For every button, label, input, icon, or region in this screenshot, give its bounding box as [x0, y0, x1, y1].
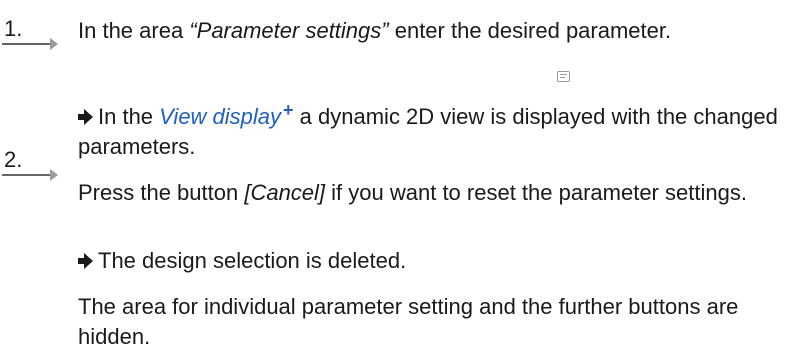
- instruction-text: if you want to reset the parameter setti…: [325, 180, 747, 205]
- step-1-marker: 1.: [2, 16, 66, 50]
- step-arrow-icon: [50, 38, 58, 50]
- instruction-text: enter the desired parameter.: [388, 18, 672, 43]
- step-2-result-detail: The area for individual parameter settin…: [78, 292, 768, 352]
- step-underline: [2, 174, 52, 176]
- step-number: 2.: [4, 147, 23, 172]
- step-2-instruction: Press the button [Cancel] if you want to…: [78, 178, 778, 208]
- note-icon: [557, 71, 570, 82]
- step-underline: [2, 43, 52, 45]
- instruction-text: Press the button: [78, 180, 245, 205]
- result-arrow-icon: [78, 109, 93, 125]
- result-text: In the: [98, 104, 160, 129]
- step-number: 1.: [4, 16, 23, 41]
- view-display-link[interactable]: View display: [159, 104, 281, 129]
- step-1-instruction: In the area “Parameter settings” enter t…: [78, 16, 678, 46]
- area-name: “Parameter settings”: [189, 18, 389, 43]
- step-2-marker: 2.: [2, 147, 66, 181]
- link-marker: +: [283, 99, 294, 120]
- result-detail-text: The area for individual parameter settin…: [78, 294, 739, 349]
- step-arrow-icon: [50, 169, 58, 181]
- step-1-result: In the View display + a dynamic 2D view i…: [78, 99, 778, 162]
- result-arrow-icon: [78, 253, 93, 269]
- step-2-result: The design selection is deleted.: [78, 246, 778, 276]
- button-name: [Cancel]: [244, 180, 326, 205]
- instruction-text: In the area: [78, 18, 190, 43]
- result-text: The design selection is deleted.: [98, 248, 407, 273]
